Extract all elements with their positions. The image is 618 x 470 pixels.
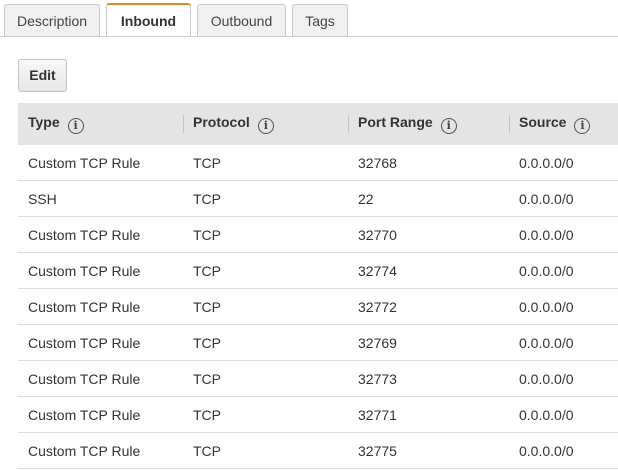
info-icon[interactable]: i bbox=[257, 118, 274, 134]
table-row[interactable]: SSH TCP 22 0.0.0.0/0 bbox=[18, 180, 618, 217]
cell-source: 0.0.0.0/0 bbox=[509, 288, 618, 325]
cell-port-range: 32769 bbox=[348, 324, 509, 361]
info-icon[interactable]: i bbox=[574, 118, 591, 134]
cell-type: Custom TCP Rule bbox=[18, 432, 183, 469]
column-header-type[interactable]: Type i bbox=[18, 103, 183, 145]
table-row[interactable]: Custom TCP Rule TCP 32770 0.0.0.0/0 bbox=[18, 216, 618, 253]
cell-port-range: 32770 bbox=[348, 216, 509, 253]
cell-protocol: TCP bbox=[183, 288, 348, 325]
cell-port-range: 22 bbox=[348, 180, 509, 217]
cell-source: 0.0.0.0/0 bbox=[509, 432, 618, 469]
cell-source: 0.0.0.0/0 bbox=[509, 252, 618, 289]
cell-source: 0.0.0.0/0 bbox=[509, 145, 618, 181]
table-row[interactable]: Custom TCP Rule TCP 32775 0.0.0.0/0 bbox=[18, 432, 618, 469]
cell-protocol: TCP bbox=[183, 324, 348, 361]
column-header-label: Source bbox=[519, 114, 567, 130]
cell-type: Custom TCP Rule bbox=[18, 288, 183, 325]
cell-port-range: 32774 bbox=[348, 252, 509, 289]
column-separator bbox=[183, 115, 184, 133]
table-row[interactable]: Custom TCP Rule TCP 32768 0.0.0.0/0 bbox=[18, 145, 618, 181]
cell-source: 0.0.0.0/0 bbox=[509, 360, 618, 397]
cell-protocol: TCP bbox=[183, 360, 348, 397]
column-header-protocol[interactable]: Protocol i bbox=[183, 103, 348, 145]
cell-port-range: 32775 bbox=[348, 432, 509, 469]
cell-port-range: 32771 bbox=[348, 396, 509, 433]
cell-type: Custom TCP Rule bbox=[18, 396, 183, 433]
column-header-label: Protocol bbox=[193, 114, 250, 130]
cell-protocol: TCP bbox=[183, 216, 348, 253]
column-separator bbox=[509, 115, 510, 133]
cell-type: Custom TCP Rule bbox=[18, 324, 183, 361]
table-row[interactable]: Custom TCP Rule TCP 32774 0.0.0.0/0 bbox=[18, 252, 618, 289]
cell-source: 0.0.0.0/0 bbox=[509, 324, 618, 361]
column-header-label: Port Range bbox=[358, 114, 433, 130]
cell-protocol: TCP bbox=[183, 432, 348, 469]
cell-type: SSH bbox=[18, 180, 183, 217]
cell-type: Custom TCP Rule bbox=[18, 252, 183, 289]
table-row[interactable]: Custom TCP Rule TCP 32771 0.0.0.0/0 bbox=[18, 396, 618, 433]
table-header-row: Type i Protocol i Port Range i Source i bbox=[18, 103, 618, 145]
cell-type: Custom TCP Rule bbox=[18, 360, 183, 397]
cell-source: 0.0.0.0/0 bbox=[509, 216, 618, 253]
tab-tags[interactable]: Tags bbox=[292, 4, 348, 36]
cell-port-range: 32768 bbox=[348, 145, 509, 181]
cell-port-range: 32773 bbox=[348, 360, 509, 397]
cell-source: 0.0.0.0/0 bbox=[509, 396, 618, 433]
tab-description[interactable]: Description bbox=[4, 4, 100, 36]
tab-inbound[interactable]: Inbound bbox=[106, 3, 191, 37]
column-header-label: Type bbox=[28, 114, 60, 130]
table-row[interactable]: Custom TCP Rule TCP 32772 0.0.0.0/0 bbox=[18, 288, 618, 325]
cell-protocol: TCP bbox=[183, 145, 348, 181]
column-separator bbox=[348, 115, 349, 133]
cell-protocol: TCP bbox=[183, 396, 348, 433]
table-row[interactable]: Custom TCP Rule TCP 32773 0.0.0.0/0 bbox=[18, 360, 618, 397]
cell-protocol: TCP bbox=[183, 252, 348, 289]
edit-button[interactable]: Edit bbox=[18, 59, 67, 92]
tab-outbound[interactable]: Outbound bbox=[197, 4, 286, 36]
inbound-rules-table: Type i Protocol i Port Range i Source i Cust… bbox=[18, 103, 618, 469]
cell-type: Custom TCP Rule bbox=[18, 145, 183, 181]
cell-type: Custom TCP Rule bbox=[18, 216, 183, 253]
info-icon[interactable]: i bbox=[440, 118, 457, 134]
cell-source: 0.0.0.0/0 bbox=[509, 180, 618, 217]
column-header-source[interactable]: Source i bbox=[509, 103, 618, 145]
tab-bar: Description Inbound Outbound Tags bbox=[0, 0, 618, 37]
column-header-port-range[interactable]: Port Range i bbox=[348, 103, 509, 145]
info-icon[interactable]: i bbox=[67, 118, 84, 134]
table-row[interactable]: Custom TCP Rule TCP 32769 0.0.0.0/0 bbox=[18, 324, 618, 361]
cell-port-range: 32772 bbox=[348, 288, 509, 325]
tab-divider bbox=[0, 36, 618, 37]
cell-protocol: TCP bbox=[183, 180, 348, 217]
